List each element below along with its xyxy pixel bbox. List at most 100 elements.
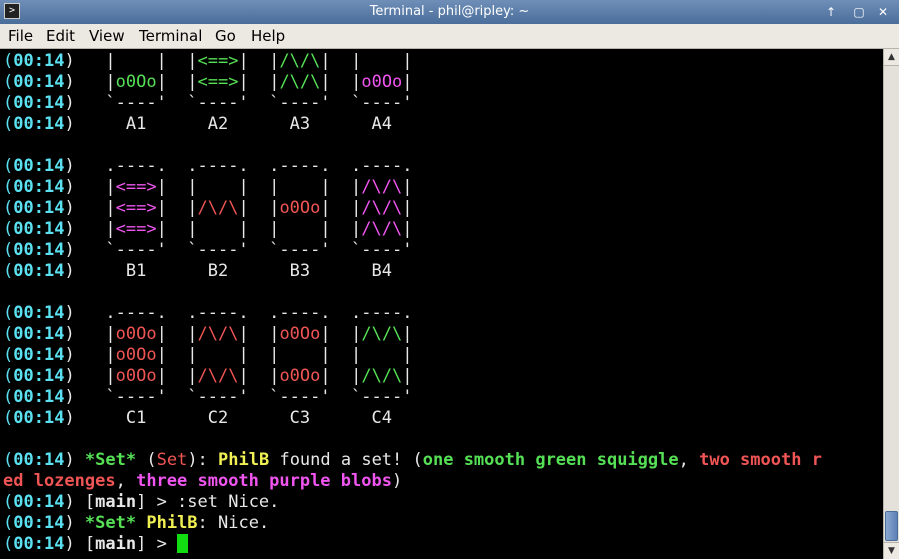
terminal-text-segment: ) bbox=[64, 513, 85, 533]
terminal-text-segment: 00:14 bbox=[13, 177, 65, 197]
menu-edit[interactable]: Edit bbox=[46, 27, 75, 45]
terminal-text-segment: | | bbox=[238, 72, 280, 92]
window-title: Terminal - phil@ripley: ~ bbox=[369, 4, 530, 19]
terminal-output[interactable]: (00:14) | | |<==>| |/\/\| | | (00:14) |o0… bbox=[0, 49, 883, 559]
terminal-text-segment: | | | bbox=[320, 51, 413, 71]
terminal-line: (00:14) | | |<==>| |/\/\| | | bbox=[3, 51, 412, 72]
terminal-text-segment: 00:14 bbox=[13, 93, 65, 113]
terminal-text-segment: | bbox=[402, 219, 413, 239]
terminal-text-segment: | | | | | | bbox=[156, 219, 362, 239]
terminal-text-segment: ( bbox=[3, 72, 14, 92]
terminal-text-segment: /\/\ bbox=[197, 366, 239, 386]
terminal-text-segment: ( bbox=[3, 366, 14, 386]
terminal-text-segment: 00:14 bbox=[13, 240, 65, 260]
terminal-text-segment: | bbox=[402, 198, 413, 218]
terminal-text-segment: | | bbox=[320, 324, 362, 344]
terminal-text-segment: main bbox=[95, 492, 137, 512]
shade-button[interactable]: ↑ bbox=[822, 3, 840, 21]
terminal-text-segment: /\/\ bbox=[361, 324, 403, 344]
terminal-text-segment: o0Oo bbox=[115, 324, 157, 344]
terminal-text-segment: /\/\ bbox=[279, 51, 321, 71]
terminal-text-segment: ) `----' `----' `----' `----' bbox=[64, 240, 413, 260]
terminal-text-segment: | | | | | | | bbox=[156, 345, 413, 365]
terminal-text-segment: ) bbox=[64, 450, 85, 470]
menu-help[interactable]: Help bbox=[251, 27, 285, 45]
terminal-text-segment: 00:14 bbox=[13, 366, 65, 386]
terminal-text-segment: one smooth green squiggle bbox=[422, 450, 679, 470]
terminal-text-segment: ed lozenges bbox=[3, 471, 116, 491]
terminal-text-segment: ( bbox=[3, 324, 14, 344]
terminal-text-segment: | | bbox=[320, 198, 362, 218]
terminal-line: (00:14) .----. .----. .----. .----. bbox=[3, 156, 412, 177]
terminal-text-segment: 00:14 bbox=[13, 114, 65, 134]
menu-view[interactable]: View bbox=[89, 27, 125, 45]
terminal-text-segment: 00:14 bbox=[13, 303, 65, 323]
terminal-text-segment: ) | bbox=[64, 345, 116, 365]
terminal-text-segment: 00:14 bbox=[13, 72, 65, 92]
terminal-text-segment: found a set! ( bbox=[269, 450, 423, 470]
terminal-text-segment: ) A1 A2 A3 A4 bbox=[64, 114, 392, 134]
terminal-text-segment: ( bbox=[3, 303, 14, 323]
terminal-text-segment: PhilB bbox=[146, 513, 198, 533]
terminal-line: (00:14) *Set* (Set): PhilB found a set! … bbox=[3, 450, 822, 471]
terminal-text-segment: ) .----. .----. .----. .----. bbox=[64, 303, 413, 323]
terminal-text-segment: ): bbox=[187, 450, 219, 470]
terminal-text-segment: /\/\ bbox=[197, 324, 239, 344]
vertical-scrollbar[interactable]: ▲ ▼ bbox=[883, 49, 899, 559]
window-titlebar[interactable]: > Terminal - phil@ripley: ~ ↑ ▢ ✕ bbox=[0, 0, 899, 24]
menu-terminal[interactable]: Terminal bbox=[139, 27, 202, 45]
terminal-text-segment: | | bbox=[238, 324, 280, 344]
terminal-text-segment: 00:14 bbox=[13, 219, 65, 239]
terminal-line: (00:14) `----' `----' `----' `----' bbox=[3, 93, 412, 114]
maximize-button[interactable]: ▢ bbox=[850, 3, 868, 21]
terminal-text-segment: ) B1 B2 B3 B4 bbox=[64, 261, 392, 281]
terminal-line: (00:14) |o0Oo| |/\/\| |o0Oo| |/\/\| bbox=[3, 324, 413, 345]
terminal-text-segment: ) `----' `----' `----' `----' bbox=[64, 93, 413, 113]
terminal-line: (00:14) `----' `----' `----' `----' bbox=[3, 387, 412, 408]
terminal-text-segment: | | | | | | bbox=[156, 177, 362, 197]
terminal-text-segment: ( bbox=[3, 513, 14, 533]
terminal-line: (00:14) |<==>| |/\/\| |o0Oo| |/\/\| bbox=[3, 198, 413, 219]
terminal-text-segment: ) [ bbox=[64, 492, 96, 512]
terminal-text-segment: <==> bbox=[197, 51, 239, 71]
terminal-text-segment: ( bbox=[3, 408, 14, 428]
scroll-down-arrow-icon[interactable]: ▼ bbox=[884, 542, 899, 559]
close-button[interactable]: ✕ bbox=[874, 3, 892, 21]
terminal-text-segment: 00:14 bbox=[13, 492, 65, 512]
terminal-text-segment: 00:14 bbox=[13, 408, 65, 428]
terminal-line: (00:14) |o0Oo| | | | | | | bbox=[3, 345, 412, 366]
terminal-text-segment: ( bbox=[3, 492, 14, 512]
terminal-text-segment: 00:14 bbox=[13, 198, 65, 218]
terminal-text-segment: two smooth r bbox=[699, 450, 822, 470]
scroll-up-arrow-icon[interactable]: ▲ bbox=[884, 49, 899, 66]
terminal-text-segment: | | bbox=[156, 198, 198, 218]
terminal-text-segment: | | bbox=[238, 366, 280, 386]
terminal-text-segment: 00:14 bbox=[13, 345, 65, 365]
terminal-text-segment: ) bbox=[391, 471, 403, 491]
terminal-text-segment: , bbox=[678, 450, 700, 470]
terminal-text-segment: <==> bbox=[115, 219, 157, 239]
terminal-text-segment: ) | | | bbox=[64, 51, 198, 71]
terminal-text-segment: ( bbox=[3, 156, 14, 176]
terminal-line: (00:14) |o0Oo| |/\/\| |o0Oo| |/\/\| bbox=[3, 366, 413, 387]
terminal-line: (00:14) [main] > :set Nice. bbox=[3, 492, 279, 513]
terminal-line: (00:14) *Set* PhilB: Nice. bbox=[3, 513, 269, 534]
terminal-text-segment: ( bbox=[3, 261, 14, 281]
terminal-text-segment: PhilB bbox=[218, 450, 270, 470]
terminal-text-segment: 00:14 bbox=[13, 450, 65, 470]
terminal-text-segment: <==> bbox=[197, 72, 239, 92]
menu-go[interactable]: Go bbox=[215, 27, 236, 45]
menu-file[interactable]: File bbox=[8, 27, 33, 45]
terminal-text-segment: o0Oo bbox=[279, 366, 321, 386]
terminal-text-segment: o0Oo bbox=[115, 366, 157, 386]
terminal-text-segment: /\/\ bbox=[197, 198, 239, 218]
terminal-text-segment: ( bbox=[3, 198, 14, 218]
terminal-text-segment: 00:14 bbox=[13, 51, 65, 71]
terminal-text-segment: ) C1 C2 C3 C4 bbox=[64, 408, 392, 428]
terminal-line: (00:14) A1 A2 A3 A4 bbox=[3, 114, 392, 135]
terminal-text-segment: 00:14 bbox=[13, 513, 65, 533]
terminal-text-segment: | bbox=[402, 366, 413, 386]
terminal-text-segment: | | bbox=[156, 366, 198, 386]
scroll-thumb[interactable] bbox=[885, 511, 898, 541]
terminal-text-segment: ) | bbox=[64, 219, 116, 239]
